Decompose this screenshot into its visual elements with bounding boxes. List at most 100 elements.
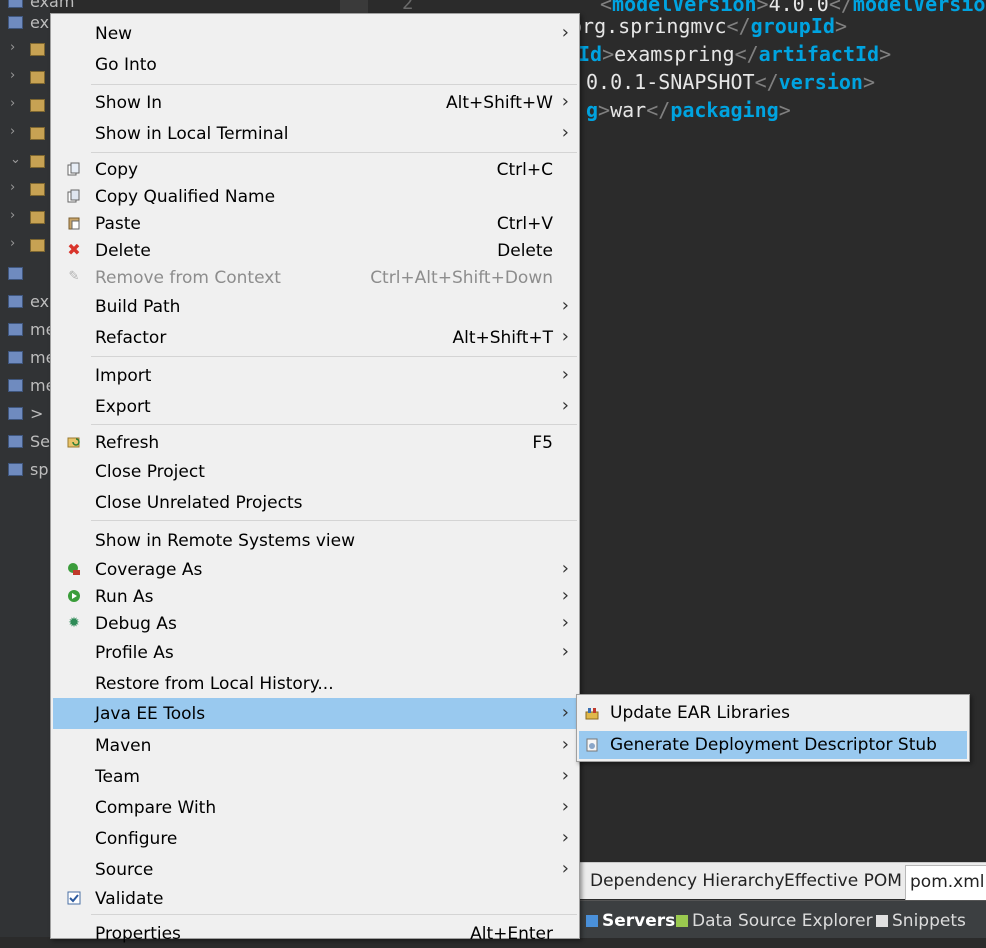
chevron-right-icon[interactable]: › [10,124,15,139]
menu-item-label: Delete [95,241,151,261]
context-menu: New › Go Into Show In Alt+Shift+W › Show… [50,13,580,944]
menu-item-refactor[interactable]: Refactor Alt+Shift+T › [53,324,577,352]
folder-icon [30,127,45,140]
menu-item-label: Debug As [95,614,177,634]
run-icon [67,589,81,603]
tree-item[interactable]: › [0,40,50,60]
menu-item-refresh[interactable]: Refresh F5 [53,429,577,457]
menu-item-delete[interactable]: ✖ Delete Delete [53,237,577,265]
submenu-arrow-icon: › [561,364,569,385]
menu-item-build-path[interactable]: Build Path › [53,293,577,321]
tree-item[interactable]: me [0,376,55,396]
folder-icon [30,43,45,56]
tree-item[interactable]: exam [0,0,74,12]
chevron-down-icon[interactable]: ⌄ [10,152,21,167]
chevron-right-icon[interactable]: › [10,68,15,83]
project-icon [8,379,23,392]
tab-snippets[interactable]: Snippets [876,911,966,931]
menu-item-new[interactable]: New › [53,20,577,48]
tab-data-source-explorer[interactable]: Data Source Explorer [676,911,873,931]
checkbox-checked-icon [67,891,81,905]
coverage-icon [67,562,81,576]
menu-item-generate-deployment-descriptor-stub[interactable]: Generate Deployment Descriptor Stub [579,731,967,759]
tab-servers[interactable]: Servers [586,911,675,931]
chevron-right-icon[interactable]: › [10,180,15,195]
menu-item-close-project[interactable]: Close Project [53,458,577,486]
tree-item[interactable]: › [0,96,50,116]
tree-item[interactable]: me [0,320,55,340]
menu-item-shortcut: F5 [532,433,553,453]
chevron-right-icon[interactable]: › [10,208,15,223]
tree-item[interactable]: Se [0,432,50,452]
menu-item-import[interactable]: Import › [53,362,577,390]
ear-libraries-icon [585,705,599,720]
java-ee-tools-submenu: Update EAR Libraries Generate Deployment… [576,694,970,762]
menu-item-go-into[interactable]: Go Into [53,51,577,79]
tab-effective-pom[interactable]: Effective POM [784,871,902,891]
menu-item-label: Export [95,397,151,417]
tree-item[interactable]: ex [0,13,50,33]
menu-item-team[interactable]: Team › [53,763,577,791]
tree-item[interactable]: › [0,124,50,144]
code-line[interactable]: 0.0.1-SNAPSHOT</version> [586,70,875,94]
menu-item-maven[interactable]: Maven › [53,732,577,760]
menu-item-show-in-local-terminal[interactable]: Show in Local Terminal › [53,120,577,148]
menu-item-update-ear-libraries[interactable]: Update EAR Libraries [579,699,967,727]
menu-item-paste[interactable]: Paste Ctrl+V [53,210,577,238]
submenu-arrow-icon: › [561,395,569,416]
menu-item-close-unrelated-projects[interactable]: Close Unrelated Projects [53,489,577,517]
menu-item-label: Close Project [95,462,205,482]
project-icon [8,323,23,336]
menu-item-label: Show in Remote Systems view [95,531,355,551]
submenu-arrow-icon: › [561,585,569,606]
submenu-arrow-icon: › [561,22,569,43]
menu-item-restore-from-local-history[interactable]: Restore from Local History... [53,670,577,698]
chevron-right-icon[interactable]: › [10,236,15,251]
menu-item-profile-as[interactable]: Profile As › [53,639,577,667]
menu-item-configure[interactable]: Configure › [53,825,577,853]
tree-item[interactable]: › [0,180,50,200]
tree-item[interactable]: › [0,68,50,88]
tree-item[interactable]: > [0,404,50,424]
menu-item-export[interactable]: Export › [53,393,577,421]
copy-icon [67,162,81,176]
menu-item-label: Source [95,860,154,880]
tree-item[interactable]: › [0,208,50,228]
chevron-right-icon[interactable]: › [10,96,15,111]
menu-item-validate[interactable]: Validate [53,885,577,913]
tab-pom-xml[interactable]: pom.xml [905,865,986,900]
tree-item[interactable]: ex [0,292,50,312]
menu-item-java-ee-tools[interactable]: Java EE Tools › [53,698,577,729]
tree-item[interactable]: ⌄ [0,152,50,172]
copy-qualified-icon [67,189,81,203]
bottom-views-bar: Servers Data Source Explorer Snippets [578,900,986,938]
tree-item[interactable]: › [0,236,50,256]
tree-item[interactable]: sp [0,460,50,480]
menu-item-source[interactable]: Source › [53,856,577,884]
menu-item-compare-with[interactable]: Compare With › [53,794,577,822]
menu-item-run-as[interactable]: Run As › [53,583,577,611]
menu-item-label: Maven [95,736,152,756]
menu-item-coverage-as[interactable]: Coverage As › [53,556,577,584]
menu-item-copy-qualified-name[interactable]: Copy Qualified Name [53,183,577,211]
tree-item[interactable] [0,264,50,284]
menu-item-show-in-remote-systems[interactable]: Show in Remote Systems view [53,527,577,555]
code-line[interactable]: g>war</packaging> [586,98,791,122]
folder-icon [30,71,45,84]
remove-context-icon: ✎ [68,269,80,284]
code-line[interactable]: org.springmvc</groupId> [570,14,847,38]
menu-item-remove-from-context[interactable]: ✎ Remove from Context Ctrl+Alt+Shift+Dow… [53,264,577,292]
menu-item-label: Profile As [95,643,174,663]
chevron-right-icon[interactable]: › [10,40,15,55]
submenu-arrow-icon: › [561,734,569,755]
menu-item-label: Team [95,767,140,787]
code-line[interactable]: Id>examspring</artifactId> [578,42,891,66]
tab-dependency-hierarchy[interactable]: Dependency Hierarchy [590,871,785,891]
menu-item-debug-as[interactable]: ✹ Debug As › [53,610,577,638]
tree-item[interactable]: me [0,348,55,368]
menu-item-show-in[interactable]: Show In Alt+Shift+W › [53,89,577,117]
menu-item-copy[interactable]: Copy Ctrl+C [53,156,577,184]
menu-item-label: Update EAR Libraries [610,703,790,723]
menu-item-label: Configure [95,829,178,849]
menu-item-properties[interactable]: Properties Alt+Enter [53,920,577,948]
